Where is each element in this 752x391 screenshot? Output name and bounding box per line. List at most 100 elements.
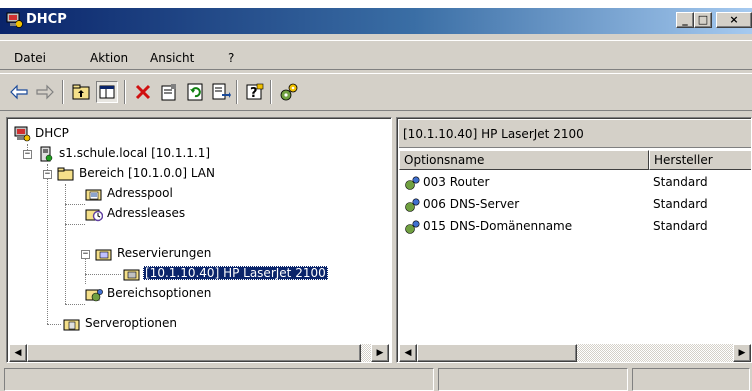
toolbar-separator	[270, 80, 272, 104]
back-arrow-icon[interactable]	[8, 81, 30, 103]
option-icon	[405, 219, 420, 234]
column-header-vendor[interactable]: Hersteller	[649, 150, 751, 170]
server-options-icon	[63, 319, 80, 330]
scroll-thumb[interactable]	[27, 344, 361, 362]
maximize-icon: □	[697, 13, 709, 26]
collapse-toggle[interactable]: −	[23, 150, 32, 159]
reservation-client-icon	[123, 269, 140, 280]
tree-connector	[65, 224, 85, 225]
details-title: [10.1.10.40] HP LaserJet 2100	[399, 120, 751, 148]
tree-label: DHCP	[35, 126, 69, 140]
status-panel-3	[632, 368, 750, 391]
menu-bar: Datei Aktion Ansicht ?	[0, 40, 752, 70]
tree-connector	[47, 164, 48, 324]
toolbar-separator	[62, 80, 64, 104]
tree-label: Serveroptionen	[85, 316, 178, 330]
tree-label: Reservierungen	[117, 246, 212, 260]
scroll-right-button[interactable]: ▶	[371, 344, 389, 362]
tree-label: Adressleases	[107, 206, 186, 220]
tree-label: Bereichsoptionen	[107, 286, 212, 300]
tree-connector	[65, 184, 66, 304]
status-bar	[0, 366, 752, 391]
details-pane[interactable]: [10.1.10.40] HP LaserJet 2100 Optionsnam…	[396, 117, 752, 363]
server-icon	[40, 146, 53, 161]
close-icon: ×	[729, 13, 739, 26]
address-leases-icon	[85, 209, 103, 221]
tree-horizontal-scrollbar[interactable]: ◀ ▶	[9, 344, 389, 362]
refresh-icon[interactable]	[184, 81, 206, 103]
toolbar-separator	[236, 80, 238, 104]
tree-connector	[65, 304, 85, 305]
status-panel-2	[438, 368, 628, 391]
scroll-left-button[interactable]: ◀	[399, 344, 417, 362]
collapse-toggle[interactable]: −	[43, 170, 52, 179]
maximize-button[interactable]: □	[694, 12, 712, 28]
scroll-left-button[interactable]: ◀	[9, 344, 27, 362]
tree-item-scope-options[interactable]: Bereichsoptionen	[85, 284, 213, 304]
close-button[interactable]: ×	[716, 12, 752, 28]
forward-arrow-icon[interactable]	[34, 81, 56, 103]
delete-icon[interactable]	[132, 81, 154, 103]
vendor-cell: Standard	[653, 175, 708, 189]
export-list-icon[interactable]	[210, 81, 232, 103]
status-panel-main	[4, 368, 434, 391]
menu-help[interactable]: ?	[228, 51, 234, 65]
address-pool-icon	[85, 189, 102, 200]
list-item[interactable]: 006 DNS-Server Standard	[399, 194, 749, 216]
tree-item-dhcp[interactable]: DHCP	[13, 124, 71, 144]
column-header-option-name[interactable]: Optionsname	[399, 150, 649, 170]
show-hide-tree-button[interactable]	[96, 81, 118, 103]
top-strip	[0, 0, 752, 8]
option-icon	[405, 197, 420, 212]
option-name: 003 Router	[423, 175, 490, 189]
vendor-cell: Standard	[653, 219, 708, 233]
option-name: 006 DNS-Server	[423, 197, 520, 211]
tree-label: s1.schule.local [10.1.1.1]	[59, 146, 211, 160]
minimize-icon: _	[682, 13, 688, 26]
tree-item-reservation-printer[interactable]: [10.1.10.40] HP LaserJet 2100	[123, 264, 328, 284]
option-name: 015 DNS-Domänenname	[423, 219, 573, 233]
dhcp-root-icon	[14, 126, 31, 141]
option-cell: 015 DNS-Domänenname	[403, 216, 572, 236]
tree-item-address-pool[interactable]: Adresspool	[85, 184, 175, 204]
collapse-toggle[interactable]: −	[81, 250, 90, 259]
list-item[interactable]: 015 DNS-Domänenname Standard	[399, 216, 749, 238]
tree-item-server[interactable]: s1.schule.local [10.1.1.1]	[37, 144, 212, 164]
tree-label: Bereich [10.1.0.0] LAN	[79, 166, 215, 180]
scroll-right-button[interactable]: ▶	[733, 344, 751, 362]
menu-aktion[interactable]: Aktion	[90, 51, 128, 65]
menu-datei[interactable]: Datei	[14, 51, 46, 65]
title-bar: DHCP _ □ ×	[0, 0, 752, 34]
console-tree-pane[interactable]: DHCP − s1.schule.local [10.1.1.1] − Bere…	[6, 117, 392, 363]
tree-label: [10.1.10.40] HP LaserJet 2100	[143, 266, 328, 280]
option-cell: 006 DNS-Server	[403, 194, 519, 214]
vendor-cell: Standard	[653, 197, 708, 211]
option-cell: 003 Router	[403, 172, 490, 192]
dhcp-app-icon	[6, 12, 23, 28]
list-item[interactable]: 003 Router Standard	[399, 172, 749, 194]
toolbar-separator	[124, 80, 126, 104]
window-title: DHCP	[26, 12, 67, 27]
tree-item-server-options[interactable]: Serveroptionen	[63, 314, 179, 334]
properties-icon[interactable]	[158, 81, 180, 103]
reservations-icon	[95, 249, 112, 260]
configure-options-icon[interactable]	[278, 81, 300, 103]
tree-connector	[47, 324, 61, 325]
tree-item-reservations[interactable]: Reservierungen	[95, 244, 213, 264]
tree-item-scope[interactable]: Bereich [10.1.0.0] LAN	[57, 164, 217, 184]
folder-icon	[57, 167, 74, 180]
menu-ansicht[interactable]: Ansicht	[150, 51, 194, 65]
help-icon[interactable]: ?	[244, 81, 266, 103]
minimize-button[interactable]: _	[676, 12, 694, 28]
show-hide-tree-icon	[99, 85, 115, 99]
details-horizontal-scrollbar[interactable]: ◀ ▶	[399, 344, 751, 362]
up-folder-icon[interactable]	[70, 81, 92, 103]
tree-connector	[65, 204, 85, 205]
title-bar-fill[interactable]: DHCP _ □ ×	[0, 8, 752, 34]
tree-label: Adresspool	[107, 186, 173, 200]
option-icon	[405, 175, 420, 190]
svg-text:?: ?	[250, 86, 258, 101]
scroll-thumb[interactable]	[417, 344, 577, 362]
tree-connector	[85, 274, 121, 275]
tree-item-address-leases[interactable]: Adressleases	[85, 204, 187, 224]
